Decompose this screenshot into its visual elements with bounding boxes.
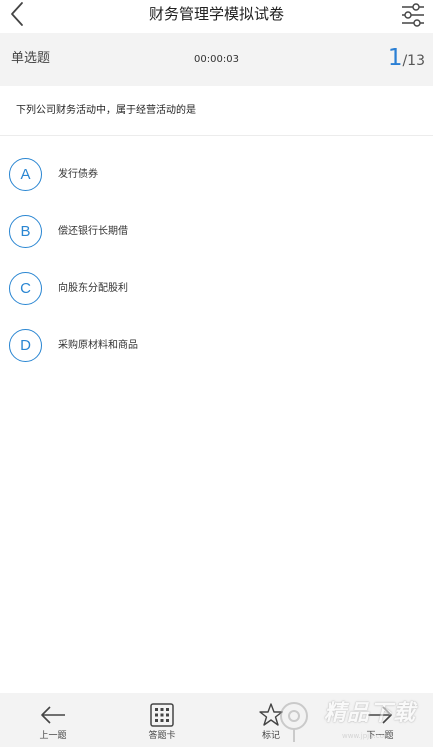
timer: 00:00:03 <box>194 54 239 65</box>
option-letter-badge: A <box>9 158 42 191</box>
question-progress: 1/13 <box>388 45 425 74</box>
watermark-text: 精品下载 <box>324 701 417 726</box>
previous-question-button[interactable]: 上一题 <box>18 693 88 747</box>
watermark: 精品下载 www.jpjb.com <box>268 694 433 747</box>
question-info-bar: 单选题 00:00:03 1/13 <box>0 33 433 86</box>
option-text: 采购原材料和商品 <box>58 340 138 351</box>
option-b[interactable]: B 偿还银行长期借 <box>0 211 433 255</box>
question-text: 下列公司财务活动中，属于经营活动的是 <box>16 105 196 116</box>
option-d[interactable]: D 采购原材料和商品 <box>0 325 433 369</box>
previous-question-label: 上一题 <box>39 731 67 741</box>
option-text: 发行债券 <box>58 169 98 180</box>
option-text: 向股东分配股利 <box>58 283 128 294</box>
watermark-url: www.jpjb.com <box>342 732 391 740</box>
top-bar: 财务管理学模拟试卷 <box>0 0 433 33</box>
total-questions: /13 <box>402 53 425 69</box>
option-letter-badge: C <box>9 272 42 305</box>
option-a[interactable]: A 发行债券 <box>0 154 433 198</box>
current-question-number: 1 <box>387 45 403 71</box>
settings-button[interactable] <box>399 1 427 29</box>
page-title: 财务管理学模拟试卷 <box>148 5 284 23</box>
option-text: 偿还银行长期借 <box>58 226 128 237</box>
answer-card-label: 答题卡 <box>148 731 176 741</box>
option-c[interactable]: C 向股东分配股利 <box>0 268 433 312</box>
option-letter-badge: B <box>9 215 42 248</box>
arrow-left-icon <box>41 706 65 724</box>
sliders-icon <box>402 3 424 27</box>
watermark-logo-icon <box>280 702 308 742</box>
answer-card-button[interactable]: 答题卡 <box>127 693 197 747</box>
option-letter-badge: D <box>9 329 42 362</box>
question-stem: 下列公司财务活动中，属于经营活动的是 <box>0 86 433 136</box>
grid-icon <box>150 703 174 727</box>
